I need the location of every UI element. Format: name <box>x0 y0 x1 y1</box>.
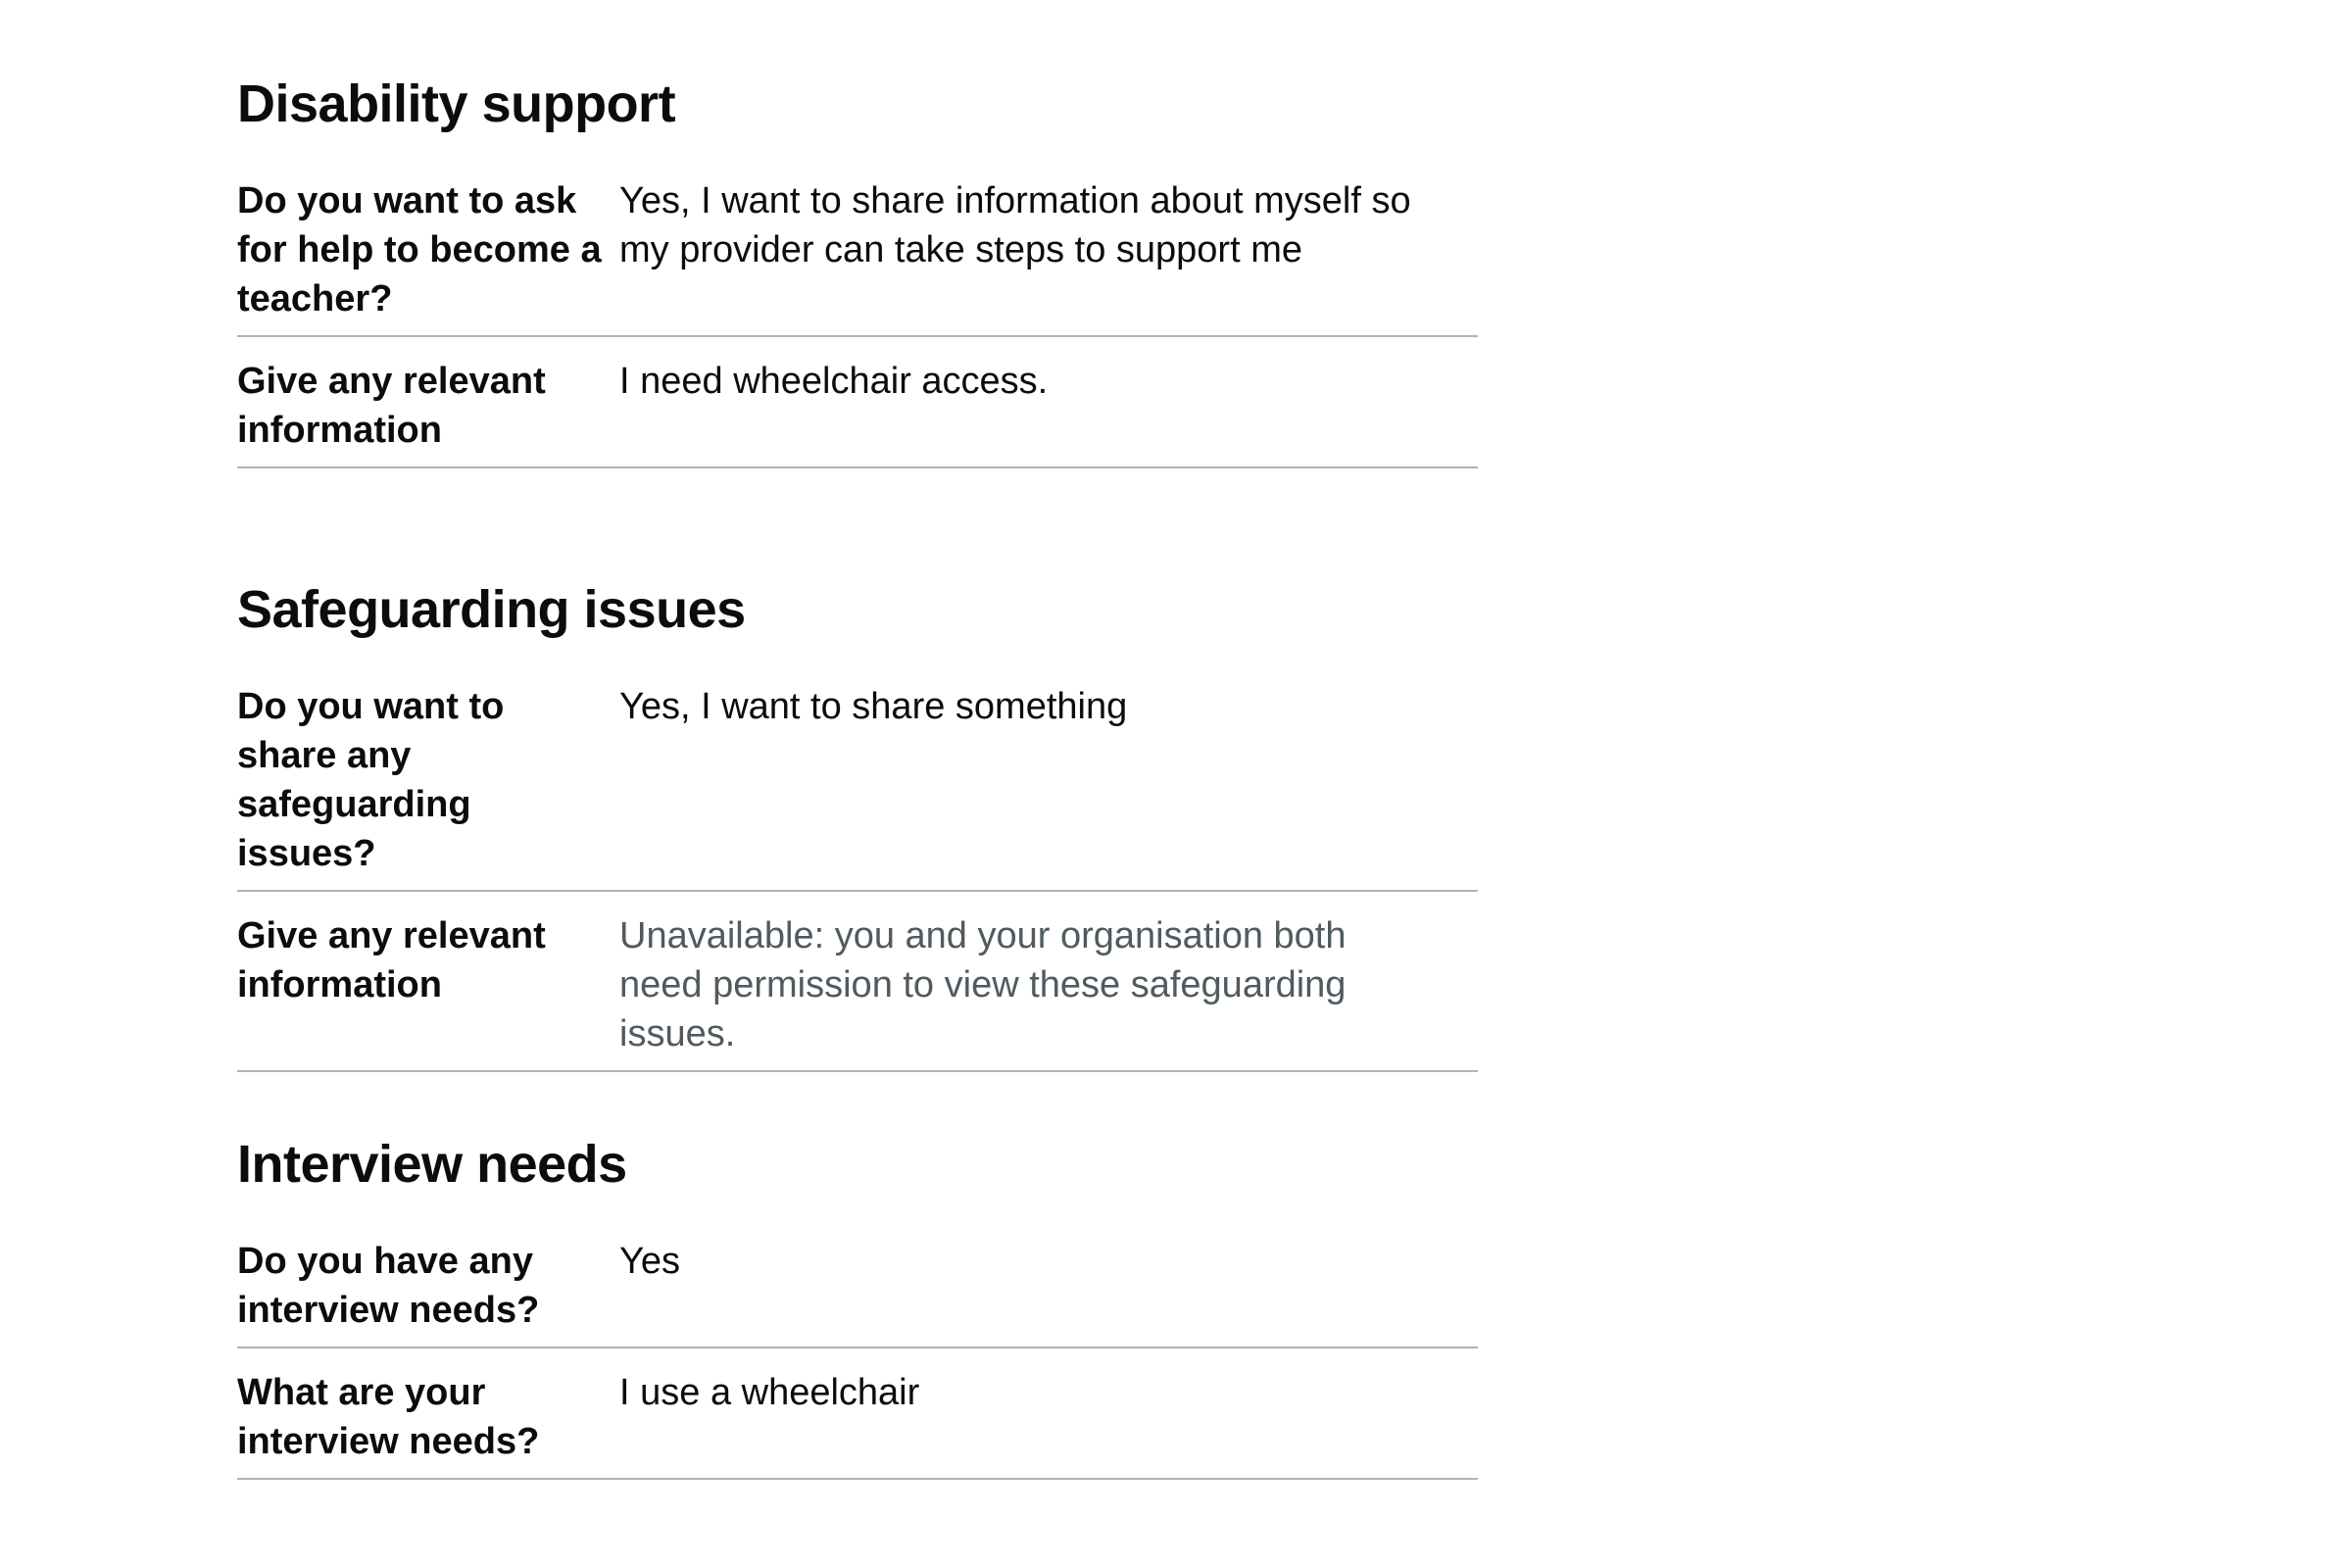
summary-value: I use a wheelchair <box>619 1372 920 1413</box>
summary-value: I need wheelchair access. <box>619 361 1049 402</box>
summary-list-disability-support: Do you want to ask for help to become a … <box>237 157 1478 468</box>
summary-key: Give any relevant information <box>237 361 546 451</box>
summary-row: Give any relevant information I need whe… <box>237 337 1478 468</box>
summary-row: Do you have any interview needs? Yes <box>237 1217 1478 1348</box>
summary-value: Yes, I want to share information about m… <box>619 180 1411 270</box>
summary-value-unavailable: Unavailable: you and your organisation b… <box>619 915 1347 1054</box>
summary-row: Give any relevant information Unavailabl… <box>237 892 1478 1072</box>
section-heading-interview-needs: Interview needs <box>237 1135 627 1194</box>
summary-key: Do you want to share any safeguarding is… <box>237 686 505 874</box>
summary-key: Do you want to ask for help to become a … <box>237 180 602 319</box>
summary-key: Give any relevant information <box>237 915 546 1005</box>
summary-key: What are your interview needs? <box>237 1372 540 1462</box>
summary-list-interview-needs: Do you have any interview needs? Yes Wha… <box>237 1217 1478 1480</box>
summary-list-safeguarding-issues: Do you want to share any safeguarding is… <box>237 662 1478 1072</box>
summary-value: Yes <box>619 1241 680 1282</box>
summary-key: Do you have any interview needs? <box>237 1241 540 1331</box>
summary-value: Yes, I want to share something <box>619 686 1128 727</box>
summary-row: Do you want to ask for help to become a … <box>237 157 1478 337</box>
section-heading-safeguarding-issues: Safeguarding issues <box>237 580 746 639</box>
summary-row: What are your interview needs? I use a w… <box>237 1348 1478 1480</box>
section-heading-disability-support: Disability support <box>237 74 676 133</box>
summary-row: Do you want to share any safeguarding is… <box>237 662 1478 892</box>
